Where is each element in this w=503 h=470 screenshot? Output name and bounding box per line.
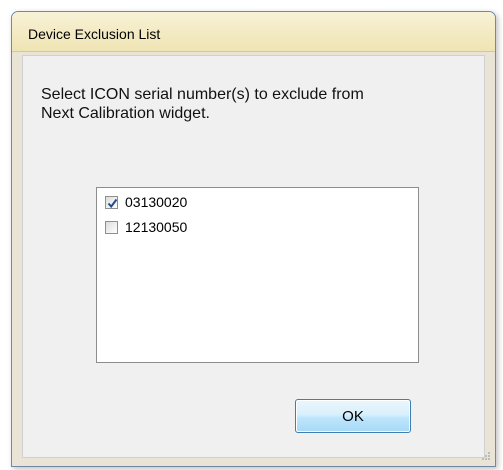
resize-grip-icon[interactable]	[481, 451, 491, 461]
instructions-text: Select ICON serial number(s) to exclude …	[41, 86, 364, 122]
window-title: Device Exclusion List	[28, 26, 161, 42]
title-bar[interactable]: Device Exclusion List	[12, 12, 495, 52]
device-list[interactable]: 03130020 12130050	[96, 187, 419, 363]
checkbox-checked[interactable]	[105, 195, 118, 209]
check-mark-icon	[107, 198, 118, 208]
checkbox-unchecked[interactable]	[105, 220, 118, 234]
device-serial-label: 03130020	[125, 194, 188, 210]
list-item[interactable]: 12130050	[105, 218, 187, 236]
device-serial-label: 12130050	[125, 219, 188, 235]
ok-button[interactable]: OK	[295, 399, 411, 433]
list-item[interactable]: 03130020	[105, 193, 187, 211]
